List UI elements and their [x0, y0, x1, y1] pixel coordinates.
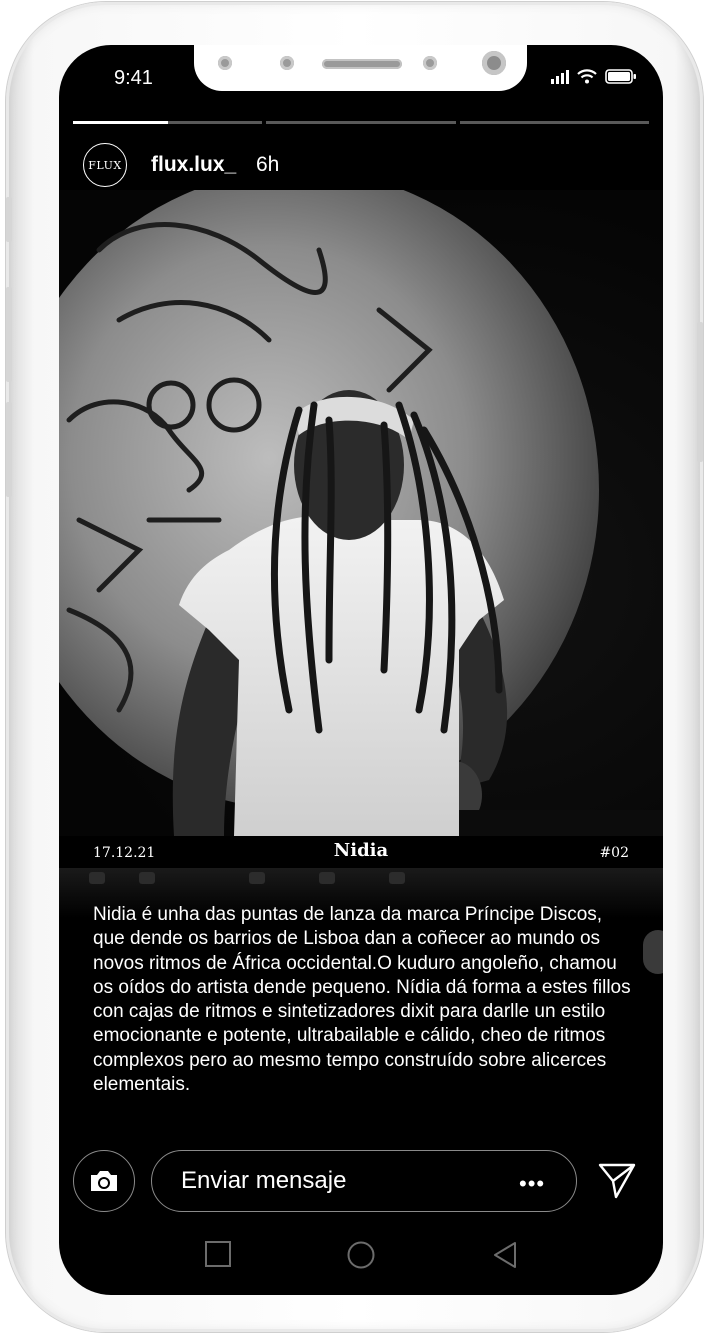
device-notch: [194, 45, 527, 91]
avatar[interactable]: FLUX: [83, 143, 127, 187]
story-screen: 9:41 FLUX flux.lux_ 6h 17.12.21 Nidia #0…: [59, 45, 663, 1295]
deck-knob: [139, 872, 155, 884]
message-placeholder[interactable]: Enviar mensaje: [181, 1167, 346, 1195]
story-progress: [73, 121, 649, 124]
caption-number: #02: [599, 845, 629, 861]
progress-segment: [266, 121, 456, 124]
caption-title: Nidia: [333, 840, 389, 861]
volume-up-button: [6, 287, 12, 382]
back-icon[interactable]: [491, 1240, 519, 1270]
deck-knob: [319, 872, 335, 884]
sensor-dot: [280, 56, 294, 70]
deck-knob: [389, 872, 405, 884]
cellular-signal-icon: [551, 70, 569, 84]
status-icons: [551, 69, 637, 84]
power-button: [697, 322, 703, 462]
progress-segment: [459, 121, 649, 124]
deck-knob: [89, 872, 105, 884]
front-camera: [482, 51, 506, 75]
battery-icon: [605, 69, 636, 84]
sensor-dot: [218, 56, 232, 70]
sensor-dot: [423, 56, 437, 70]
send-icon[interactable]: [597, 1162, 637, 1200]
status-time: 9:41: [114, 67, 153, 89]
recent-apps-icon[interactable]: [204, 1240, 232, 1268]
dj-photo-illustration: [59, 190, 663, 836]
camera-button[interactable]: [73, 1150, 135, 1212]
story-photo[interactable]: [59, 190, 663, 836]
progress-fill: [73, 121, 168, 124]
wifi-icon: [577, 69, 597, 84]
username[interactable]: flux.lux_: [151, 153, 236, 177]
phone-frame: 9:41 FLUX flux.lux_ 6h 17.12.21 Nidia #0…: [6, 2, 703, 1332]
caption-description: Nidia é unha das puntas de lanza da marc…: [93, 904, 631, 1096]
camera-icon: [91, 1171, 117, 1191]
progress-segment: [73, 121, 263, 124]
earpiece-speaker: [322, 59, 402, 69]
deck-knob: [249, 872, 265, 884]
mute-switch: [6, 197, 12, 242]
side-scroll-handle[interactable]: [643, 930, 663, 974]
more-options-icon[interactable]: •••: [519, 1171, 545, 1197]
volume-down-button: [6, 402, 12, 497]
time-ago: 6h: [256, 153, 280, 176]
home-icon[interactable]: [346, 1240, 376, 1270]
